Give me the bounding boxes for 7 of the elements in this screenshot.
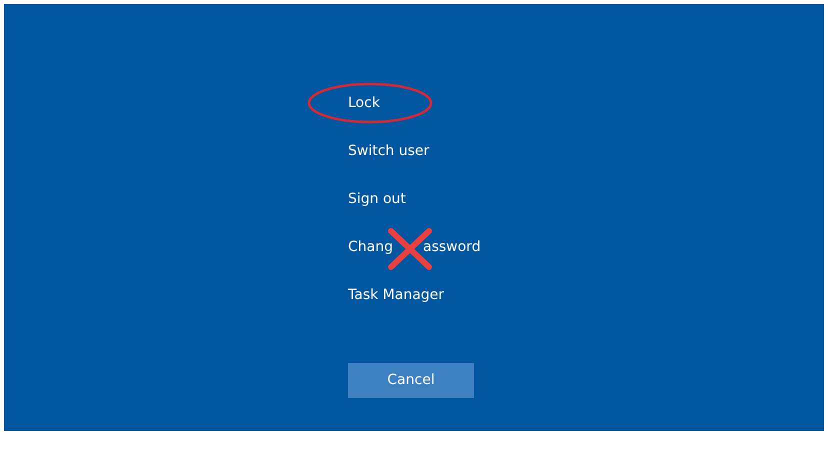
menu-option[interactable]: Sign out: [348, 189, 406, 209]
menu-option-text: assword: [423, 238, 481, 257]
menu-option[interactable]: Switch user: [348, 141, 430, 161]
cancel-button[interactable]: Cancel: [348, 363, 474, 398]
menu-option[interactable]: Lock: [348, 93, 380, 113]
menu-option[interactable]: Task Manager: [348, 285, 444, 305]
menu-option[interactable]: Chang: [348, 237, 393, 257]
